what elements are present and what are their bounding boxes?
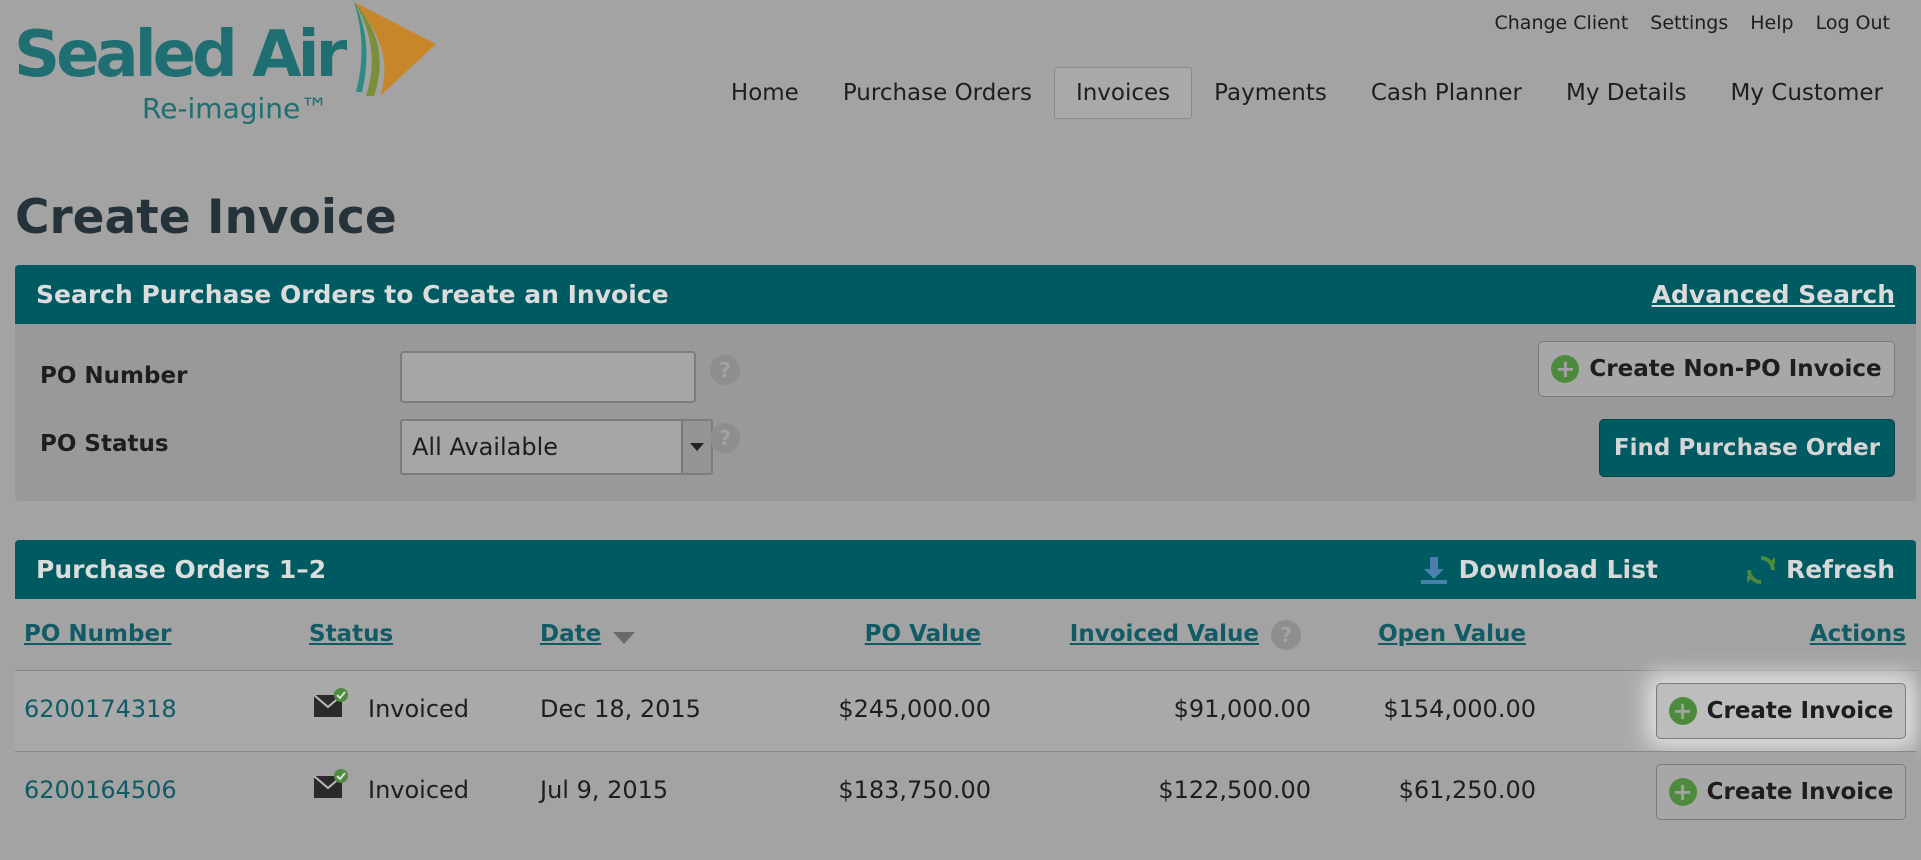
refresh-label: Refresh (1785, 555, 1895, 584)
po-number-label: PO Number (40, 363, 188, 389)
plus-circle-icon: + (1551, 355, 1580, 383)
brand-name: Sealed Air (14, 18, 347, 92)
po-value-cell: $245,000.00 (838, 695, 991, 723)
download-list-button[interactable]: Download List (1419, 555, 1658, 585)
sort-descending-icon[interactable] (613, 632, 635, 644)
create-invoice-button[interactable]: + Create Invoice (1656, 764, 1906, 820)
po-status-help-icon[interactable]: ? (710, 423, 740, 453)
purchase-orders-title: Purchase Orders 1–2 (36, 555, 327, 584)
po-number-help-icon[interactable]: ? (710, 355, 740, 385)
invoiced-value-help-icon[interactable]: ? (1271, 620, 1301, 650)
table-row: 6200164506 Invoiced Jul 9, 2015 $183,750… (15, 752, 1916, 832)
table-row: 6200174318 Invoiced Dec 18, 2015 $245,00… (15, 671, 1916, 751)
utility-nav: Change Client Settings Help Log Out (1484, 12, 1902, 34)
po-status-selected: All Available (412, 433, 559, 461)
download-icon (1420, 556, 1447, 584)
create-invoice-label: Create Invoice (1706, 779, 1894, 805)
change-client-link[interactable]: Change Client (1484, 12, 1640, 34)
po-status-select[interactable]: All Available (400, 419, 713, 475)
find-purchase-order-label: Find Purchase Order (1613, 435, 1881, 461)
invoiced-value-cell: $91,000.00 (1173, 695, 1311, 723)
create-invoice-label: Create Invoice (1706, 698, 1894, 724)
column-header-status[interactable]: Status (309, 621, 393, 647)
search-panel-header: Search Purchase Orders to Create an Invo… (15, 265, 1916, 324)
refresh-button[interactable]: Refresh (1746, 555, 1895, 585)
log-out-link[interactable]: Log Out (1805, 12, 1901, 34)
invoiced-value-cell: $122,500.00 (1158, 776, 1311, 804)
page-title: Create Invoice (15, 190, 397, 245)
help-link[interactable]: Help (1739, 12, 1804, 34)
create-non-po-invoice-label: Create Non-PO Invoice (1589, 356, 1882, 382)
tab-cash-planner[interactable]: Cash Planner (1349, 67, 1544, 119)
tab-my-customer[interactable]: My Customer (1709, 67, 1906, 119)
find-purchase-order-button[interactable]: Find Purchase Order (1599, 419, 1895, 477)
create-non-po-invoice-button[interactable]: + Create Non-PO Invoice (1538, 341, 1895, 397)
column-header-invoiced-value[interactable]: Invoiced Value (1070, 621, 1259, 647)
po-value-cell: $183,750.00 (838, 776, 991, 804)
invoiced-status-icon (313, 688, 348, 717)
column-header-actions: Actions (1809, 621, 1906, 647)
tab-purchase-orders[interactable]: Purchase Orders (821, 67, 1054, 119)
advanced-search-link[interactable]: Advanced Search (1652, 280, 1895, 309)
purchase-orders-header: Purchase Orders 1–2 Download List Refres… (15, 540, 1916, 599)
tab-invoices[interactable]: Invoices (1053, 67, 1193, 119)
invoiced-status-icon (313, 769, 348, 798)
po-status-label: PO Status (40, 431, 169, 457)
status-text: Invoiced (368, 695, 470, 723)
brand-tagline: Re-imagine™ (142, 92, 329, 125)
column-header-open-value[interactable]: Open Value (1378, 621, 1526, 647)
column-header-po-number[interactable]: PO Number (24, 621, 171, 647)
download-list-label: Download List (1458, 555, 1658, 584)
open-value-cell: $154,000.00 (1383, 695, 1536, 723)
plus-circle-icon: + (1668, 697, 1697, 725)
tab-payments[interactable]: Payments (1192, 67, 1349, 119)
po-number-link[interactable]: 6200164506 (24, 776, 177, 804)
po-number-link[interactable]: 6200174318 (24, 695, 177, 723)
tab-my-details[interactable]: My Details (1544, 67, 1709, 119)
brand-logo[interactable]: Sealed Air Re-imagine™ (14, 0, 436, 130)
plus-circle-icon: + (1668, 778, 1697, 806)
search-panel: Search Purchase Orders to Create an Invo… (15, 265, 1916, 501)
column-header-date[interactable]: Date (540, 621, 601, 647)
main-nav: Home Purchase Orders Invoices Payments C… (709, 67, 1905, 119)
sail-logo-icon (354, 2, 436, 96)
date-cell: Dec 18, 2015 (540, 695, 701, 723)
dropdown-arrow-icon[interactable] (681, 421, 711, 473)
po-number-input[interactable] (400, 351, 696, 403)
tab-home[interactable]: Home (709, 67, 821, 119)
search-panel-title: Search Purchase Orders to Create an Invo… (36, 280, 669, 309)
refresh-icon (1746, 555, 1775, 584)
status-text: Invoiced (368, 776, 470, 804)
date-cell: Jul 9, 2015 (540, 776, 669, 804)
create-invoice-button[interactable]: + Create Invoice (1656, 683, 1906, 739)
column-header-po-value[interactable]: PO Value (865, 621, 981, 647)
settings-link[interactable]: Settings (1639, 12, 1739, 34)
open-value-cell: $61,250.00 (1398, 776, 1536, 804)
